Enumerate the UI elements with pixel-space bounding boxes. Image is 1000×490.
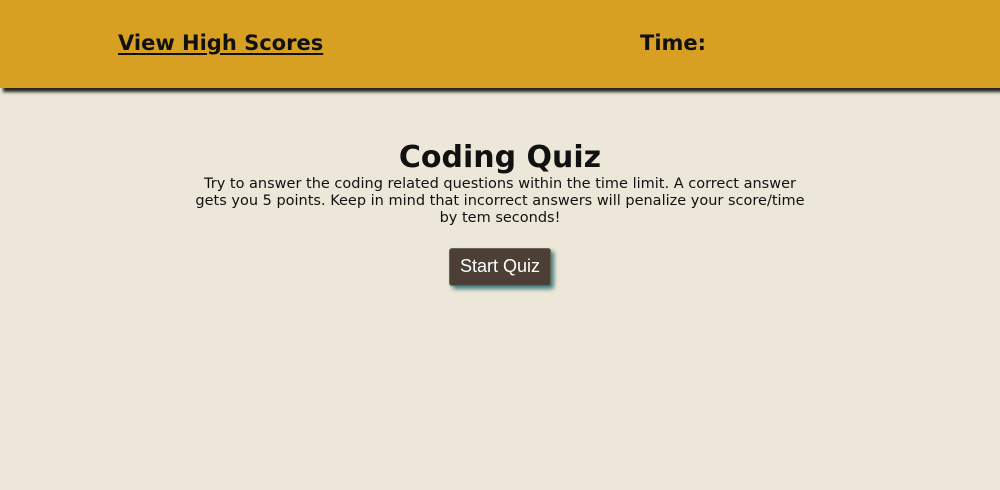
quiz-description: Try to answer the coding related questio…	[195, 176, 805, 226]
timer-label: Time:	[640, 31, 707, 55]
start-quiz-button[interactable]: Start Quiz	[448, 248, 552, 286]
quiz-intro: Coding Quiz Try to answer the coding rel…	[0, 140, 1000, 286]
view-high-scores-link[interactable]: View High Scores	[118, 31, 323, 55]
header-bar: View High Scores Time:	[0, 0, 1000, 88]
page-title: Coding Quiz	[398, 140, 602, 175]
